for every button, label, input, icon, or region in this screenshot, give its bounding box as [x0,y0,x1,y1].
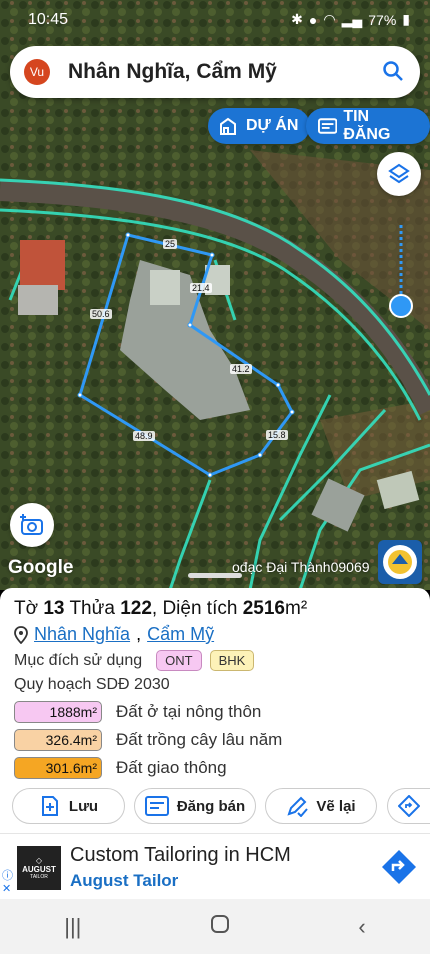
location-link-commune[interactable]: Nhân Nghĩa [34,624,130,645]
ad-logo-mark: ◇ [35,856,43,865]
parcel-info-panel: Tờ 13 Thửa 122, Diện tích 2516m² Nhân Ng… [0,588,430,833]
layers-icon [388,163,410,184]
area-label: Đất ở tại nông thôn [116,702,262,721]
purpose-row: Mục đích sử dụng ONT BHK [14,650,255,671]
search-icon[interactable] [382,60,404,82]
wifi-icon: ◠ [323,11,336,27]
battery-text: 77% [368,11,397,28]
dimension-label: 48.9 [133,431,155,441]
company-logo[interactable] [378,540,422,584]
add-photo-button[interactable] [10,503,54,547]
avatar[interactable]: Vu [24,59,50,85]
ad-subtitle[interactable]: August Tailor [70,871,178,891]
add-file-icon [41,796,58,816]
listing-icon [144,796,169,816]
directions-button[interactable] [387,788,430,824]
dimension-label: 21.4 [190,283,212,293]
area-label: Đất giao thông [116,758,227,777]
map-credit: ođạc Đại Thành09069 [232,559,370,575]
status-bar: 10:45 ✱ ● ◠ ▂▄ 77% ▮ [0,0,430,40]
location-link-district[interactable]: Cẩm Mỹ [147,624,214,645]
ad-logo-brand: AUGUST [22,865,56,874]
ad-logo: ◇ AUGUST TAILOR [17,846,61,890]
drag-handle[interactable] [188,573,242,578]
layers-button[interactable] [377,152,421,196]
pin-icon [14,625,28,644]
purpose-tag: BHK [209,650,255,671]
save-button[interactable]: Lưu [12,788,125,824]
area-row: 326.4m² Đất trồng cây lâu năm [14,729,282,751]
ad-go-icon[interactable] [380,848,418,886]
area-value: 1888m² [14,701,102,723]
battery-icon: ▮ [402,11,410,27]
recent-apps-icon[interactable]: ||| [64,914,81,940]
area-value: 301.6m² [14,757,102,779]
dien-tich-label: Diện tích [162,598,238,619]
sell-label: Đăng bán [176,797,246,815]
back-icon[interactable]: ‹ [358,914,365,940]
dimension-label: 15.8 [266,430,288,440]
parcel-title: Tờ 13 Thửa 122, Diện tích 2516m² [14,598,308,619]
dimension-label: 25 [163,239,178,249]
thua-label: Thửa [69,598,115,619]
location-icon: ● [308,11,318,28]
ad-title[interactable]: Custom Tailoring in HCM [70,844,291,867]
dimension-label: 50.6 [90,309,112,319]
area-value: 326.4m² [14,729,102,751]
dimension-label: 41.2 [230,364,252,374]
home-icon[interactable] [210,914,230,940]
du-an-label: DỰ ÁN [246,117,299,134]
area-label: Đất trồng cây lâu năm [116,730,283,749]
ad-logo-sub: TAILOR [30,874,48,880]
area-row: 301.6m² Đất giao thông [14,757,227,779]
to-value: 13 [43,598,65,619]
thua-value: 122 [120,598,152,619]
plan-label: Quy hoạch SDĐ 2030 [14,676,170,693]
redraw-label: Vẽ lại [316,797,356,815]
google-watermark: Google [8,557,74,578]
dien-tich-value: 2516 [242,598,285,619]
parcel-location: Nhân Nghĩa, Cẩm Mỹ [14,624,214,645]
company-logo-icon [383,545,417,579]
signal-icon: ▂▄ [341,11,363,27]
area-row: 1888m² Đất ở tại nông thôn [14,701,261,723]
unit: m² [285,598,308,619]
status-time: 10:45 [28,11,69,28]
purpose-label: Mục đích sử dụng [14,651,143,669]
purpose-tag: ONT [156,650,202,671]
tin-dang-button[interactable]: TIN ĐĂNG [306,108,430,144]
add-camera-icon [20,514,43,535]
to-label: Tờ [14,598,39,619]
tin-dang-label: TIN ĐĂNG [343,108,391,143]
map-view[interactable]: 25 21.4 50.6 41.2 48.9 15.8 10:45 ✱ ● ◠ … [0,0,430,590]
building-icon [220,117,236,135]
du-an-button[interactable]: DỰ ÁN [208,108,311,144]
save-label: Lưu [68,797,99,815]
search-bar[interactable]: Vu Nhân Nghĩa, Cẩm Mỹ [10,46,420,98]
status-icons: ✱ ● ◠ ▂▄ 77% ▮ [291,11,410,28]
bluetooth-icon: ✱ [291,11,303,27]
redraw-button[interactable]: Vẽ lại [265,788,377,824]
pen-check-icon [287,796,309,817]
ad-info-icon[interactable]: ⓘ ✕ [2,870,13,896]
advertisement-banner[interactable]: ⓘ ✕ ◇ AUGUST TAILOR Custom Tailoring in H… [0,833,430,899]
sell-button[interactable]: Đăng bán [134,788,256,824]
directions-icon [398,795,420,817]
search-text[interactable]: Nhân Nghĩa, Cẩm Mỹ [68,60,277,84]
listing-icon [318,118,338,134]
android-nav-bar: ||| ‹ [0,899,430,954]
